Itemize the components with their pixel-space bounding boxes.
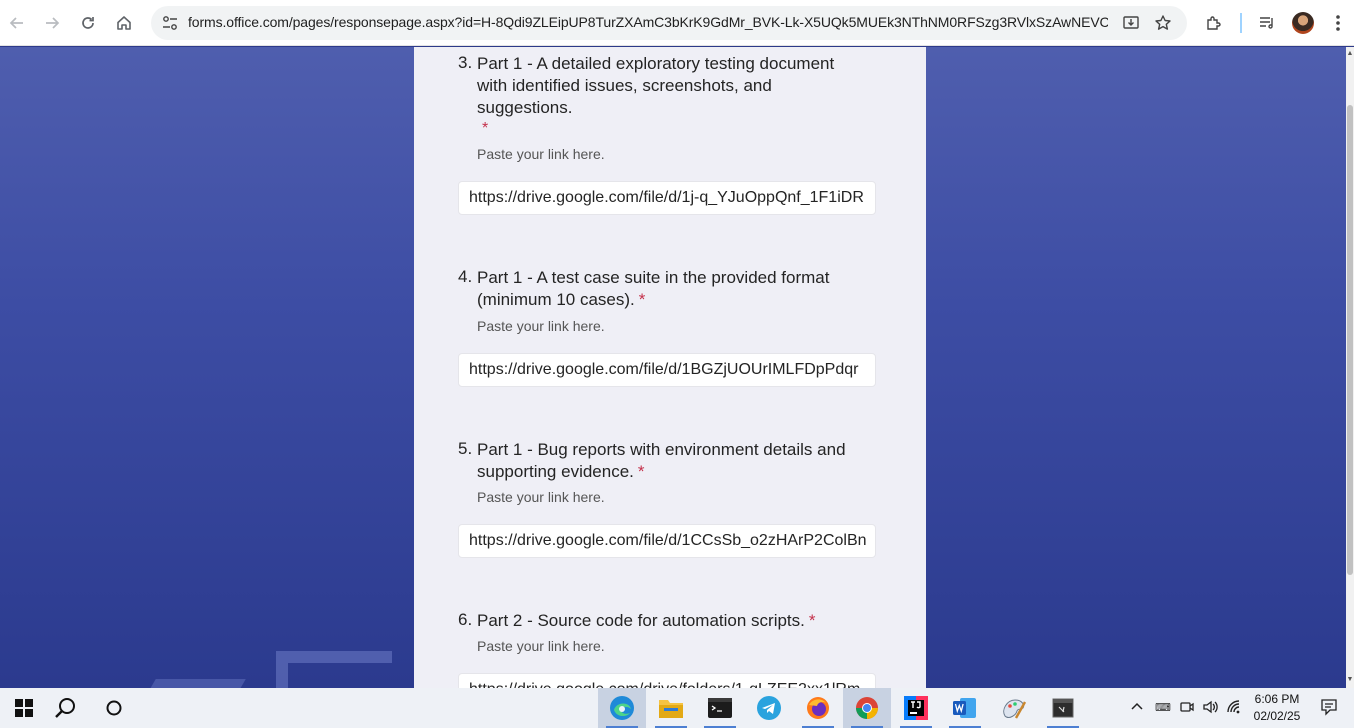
volume-icon[interactable] — [1202, 699, 1220, 718]
task-view-button[interactable] — [90, 688, 138, 728]
question-title: Part 1 - A test case suite in the provid… — [477, 268, 830, 309]
windows-logo-icon — [15, 699, 33, 717]
chrome-icon — [856, 697, 878, 719]
page-scrollbar[interactable]: ▲ ▼ — [1346, 47, 1354, 688]
question-title: Part 1 - A detailed exploratory testing … — [477, 54, 835, 117]
address-bar[interactable]: forms.office.com/pages/responsepage.aspx… — [151, 6, 1187, 40]
answer-input[interactable]: https://drive.google.com/drive/folders/1… — [458, 673, 876, 688]
scroll-up-arrow-icon[interactable]: ▲ — [1346, 49, 1354, 59]
app-window-icon — [1052, 698, 1074, 718]
language-input-icon[interactable]: ⌨ — [1155, 699, 1171, 718]
answer-input[interactable]: https://drive.google.com/file/d/1BGZjUOU… — [458, 353, 876, 387]
taskbar-terminal[interactable] — [696, 688, 744, 728]
folder-icon — [659, 700, 683, 718]
reload-button[interactable] — [73, 8, 103, 38]
meet-now-icon[interactable] — [1179, 699, 1195, 718]
back-button[interactable] — [2, 8, 32, 38]
wifi-icon[interactable] — [1226, 699, 1244, 718]
browser-toolbar: forms.office.com/pages/responsepage.aspx… — [0, 0, 1354, 46]
reading-list-icon — [1260, 17, 1273, 29]
taskbar-chrome[interactable] — [843, 688, 891, 728]
reload-icon — [82, 17, 94, 29]
extensions-button[interactable] — [1199, 8, 1229, 38]
taskbar-edge[interactable] — [598, 688, 646, 728]
question-number: 6. — [458, 610, 473, 629]
edge-icon — [610, 696, 634, 720]
start-button[interactable] — [0, 688, 48, 728]
menu-button[interactable] — [1323, 8, 1353, 38]
search-button[interactable] — [42, 688, 90, 728]
puzzle-icon — [1207, 16, 1221, 30]
taskbar-paint[interactable] — [990, 688, 1038, 728]
reading-list-button[interactable] — [1252, 8, 1282, 38]
taskbar-file-explorer[interactable] — [647, 688, 695, 728]
back-arrow-icon — [9, 17, 23, 29]
background-logo-shape — [276, 651, 392, 688]
clock-date: 02/02/25 — [1253, 709, 1301, 723]
question-subtitle: Paste your link here. — [477, 489, 605, 505]
install-app-icon[interactable] — [1121, 13, 1141, 33]
tray-overflow-chevron-icon[interactable] — [1131, 699, 1143, 715]
form-card: 3. Part 1 - A detailed exploratory testi… — [414, 47, 926, 688]
question-title: Part 2 - Source code for automation scri… — [477, 611, 816, 630]
taskbar-telegram[interactable] — [745, 688, 793, 728]
required-asterisk: * — [482, 120, 489, 137]
background-logo-fragment — [144, 679, 246, 688]
required-asterisk: * — [637, 462, 645, 481]
question-title: Part 1 - Bug reports with environment de… — [477, 440, 846, 481]
home-button[interactable] — [109, 8, 139, 38]
word-icon — [953, 698, 976, 718]
search-icon — [55, 698, 75, 718]
question-subtitle: Paste your link here. — [477, 146, 605, 162]
forward-arrow-icon — [46, 17, 60, 29]
toolbar-divider — [1240, 13, 1242, 33]
windows-taskbar: ⌨ 6:06 PM 02/02/25 — [0, 688, 1354, 728]
taskbar-app[interactable] — [1039, 688, 1087, 728]
question-subtitle: Paste your link here. — [477, 638, 605, 654]
required-asterisk: * — [808, 611, 816, 630]
svg-text:⌨: ⌨ — [1155, 701, 1171, 714]
answer-input[interactable]: https://drive.google.com/file/d/1j-q_YJu… — [458, 181, 876, 215]
palette-icon — [1003, 699, 1027, 719]
question-number: 5. — [458, 439, 473, 458]
taskbar-firefox[interactable] — [794, 688, 842, 728]
question-subtitle: Paste your link here. — [477, 318, 605, 334]
taskbar-word[interactable] — [941, 688, 989, 728]
site-settings-icon[interactable] — [161, 14, 179, 32]
clock-time: 6:06 PM — [1254, 692, 1300, 706]
scrollbar-thumb[interactable] — [1347, 105, 1353, 575]
intellij-icon — [904, 696, 928, 720]
firefox-icon — [807, 697, 829, 719]
profile-avatar[interactable] — [1292, 12, 1314, 34]
home-icon — [117, 16, 131, 30]
question-number: 4. — [458, 267, 473, 286]
system-clock[interactable]: 6:06 PM 02/02/25 — [1248, 691, 1306, 725]
taskbar-intellij[interactable] — [892, 688, 940, 728]
url-text[interactable]: forms.office.com/pages/responsepage.aspx… — [188, 14, 1108, 30]
scroll-down-arrow-icon[interactable]: ▼ — [1346, 675, 1354, 685]
required-asterisk: * — [638, 290, 646, 309]
page-background: 3. Part 1 - A detailed exploratory testi… — [0, 47, 1346, 688]
telegram-icon — [757, 696, 781, 720]
bookmark-star-icon[interactable] — [1153, 13, 1173, 33]
question-number: 3. — [458, 53, 473, 72]
terminal-icon — [708, 698, 732, 718]
notification-center-icon[interactable] — [1320, 698, 1338, 719]
forward-button[interactable] — [37, 8, 67, 38]
cortana-circle-icon — [106, 700, 122, 716]
kebab-menu-icon — [1336, 15, 1340, 31]
answer-input[interactable]: https://drive.google.com/file/d/1CCsSb_o… — [458, 524, 876, 558]
